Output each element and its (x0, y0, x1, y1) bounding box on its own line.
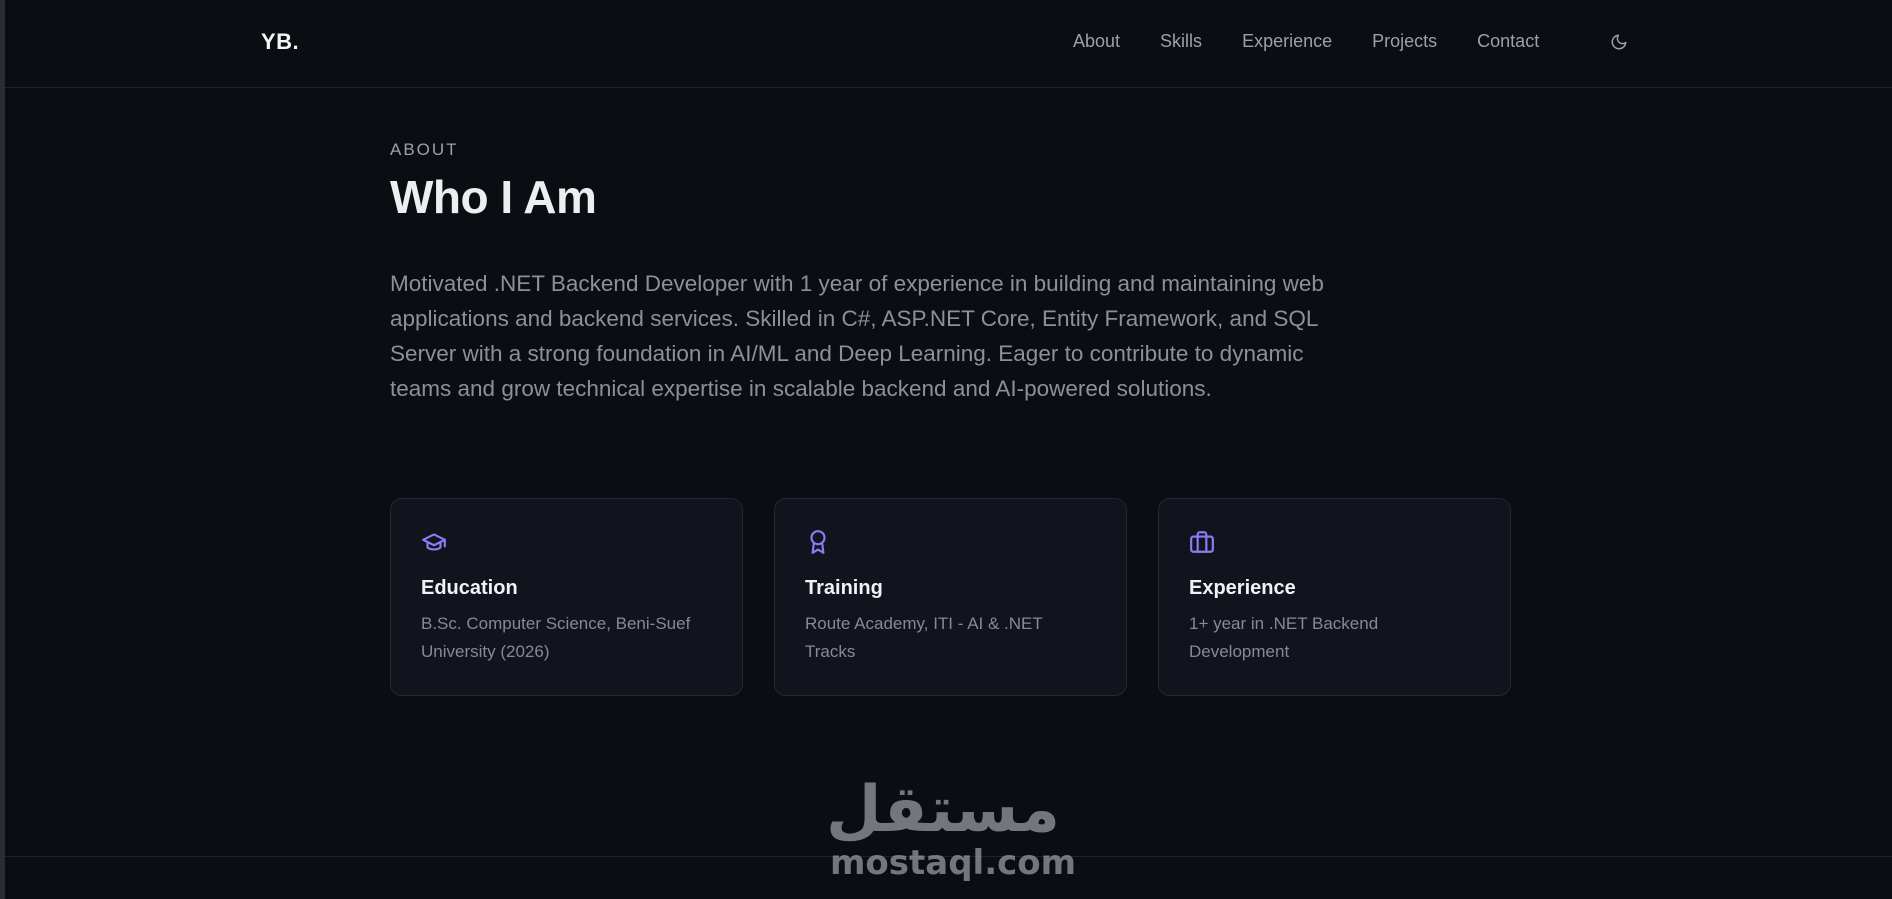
card-text: B.Sc. Computer Science, Beni-Suef Univer… (421, 614, 691, 661)
nav-link-skills[interactable]: Skills (1160, 31, 1202, 52)
graduation-cap-icon (422, 533, 446, 551)
card-training: Training Route Academy, ITI - AI & .NET … (774, 498, 1127, 696)
nav-links: About Skills Experience Projects Contact (1073, 31, 1539, 52)
card-text: Route Academy, ITI - AI & .NET Tracks (805, 614, 1043, 661)
card-experience: Experience 1+ year in .NET Backend Devel… (1158, 498, 1511, 696)
card-text: 1+ year in .NET Backend Development (1189, 614, 1379, 661)
nav-link-about[interactable]: About (1073, 31, 1120, 52)
about-section: ABOUT Who I Am Motivated .NET Backend De… (390, 140, 1510, 406)
theme-toggle-button[interactable] (1607, 30, 1631, 54)
nav-link-contact[interactable]: Contact (1477, 31, 1539, 52)
watermark-logo: مستقل mostaql.com (825, 773, 1077, 885)
watermark-arabic-text: مستقل (825, 773, 1060, 847)
navbar: YB. About Skills Experience Projects Con… (5, 0, 1892, 88)
section-eyebrow: ABOUT (390, 140, 459, 159)
section-title: Who I Am (390, 171, 597, 223)
award-icon (810, 530, 826, 554)
card-title: Education (421, 577, 518, 599)
briefcase-icon (1190, 531, 1214, 553)
card-title: Experience (1189, 577, 1296, 599)
nav-link-experience[interactable]: Experience (1242, 31, 1332, 52)
info-cards: Education B.Sc. Computer Science, Beni-S… (390, 498, 1511, 696)
about-bio: Motivated .NET Backend Developer with 1 … (390, 271, 1324, 401)
site-logo[interactable]: YB. (261, 29, 299, 55)
watermark-latin-text: mostaql.com (830, 843, 1077, 883)
window-edge (0, 0, 5, 899)
card-title: Training (805, 577, 883, 599)
nav-link-projects[interactable]: Projects (1372, 31, 1437, 52)
moon-icon (1611, 34, 1627, 50)
card-education: Education B.Sc. Computer Science, Beni-S… (390, 498, 743, 696)
